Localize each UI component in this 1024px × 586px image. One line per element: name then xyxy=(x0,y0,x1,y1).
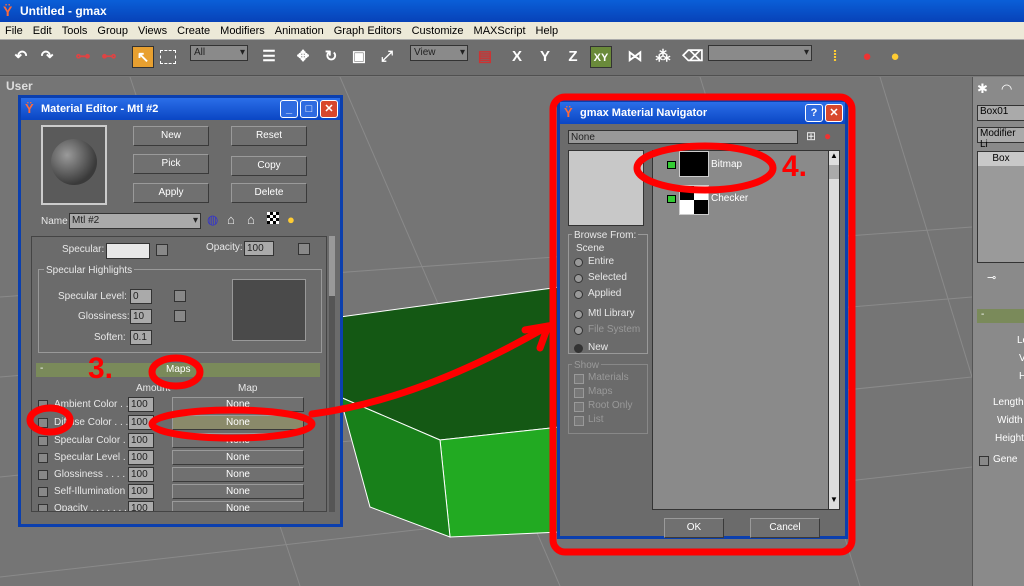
step-4-annotation: 4. xyxy=(782,150,808,183)
step-3-annotation: 3. xyxy=(88,352,114,385)
red-annotations xyxy=(26,93,856,556)
